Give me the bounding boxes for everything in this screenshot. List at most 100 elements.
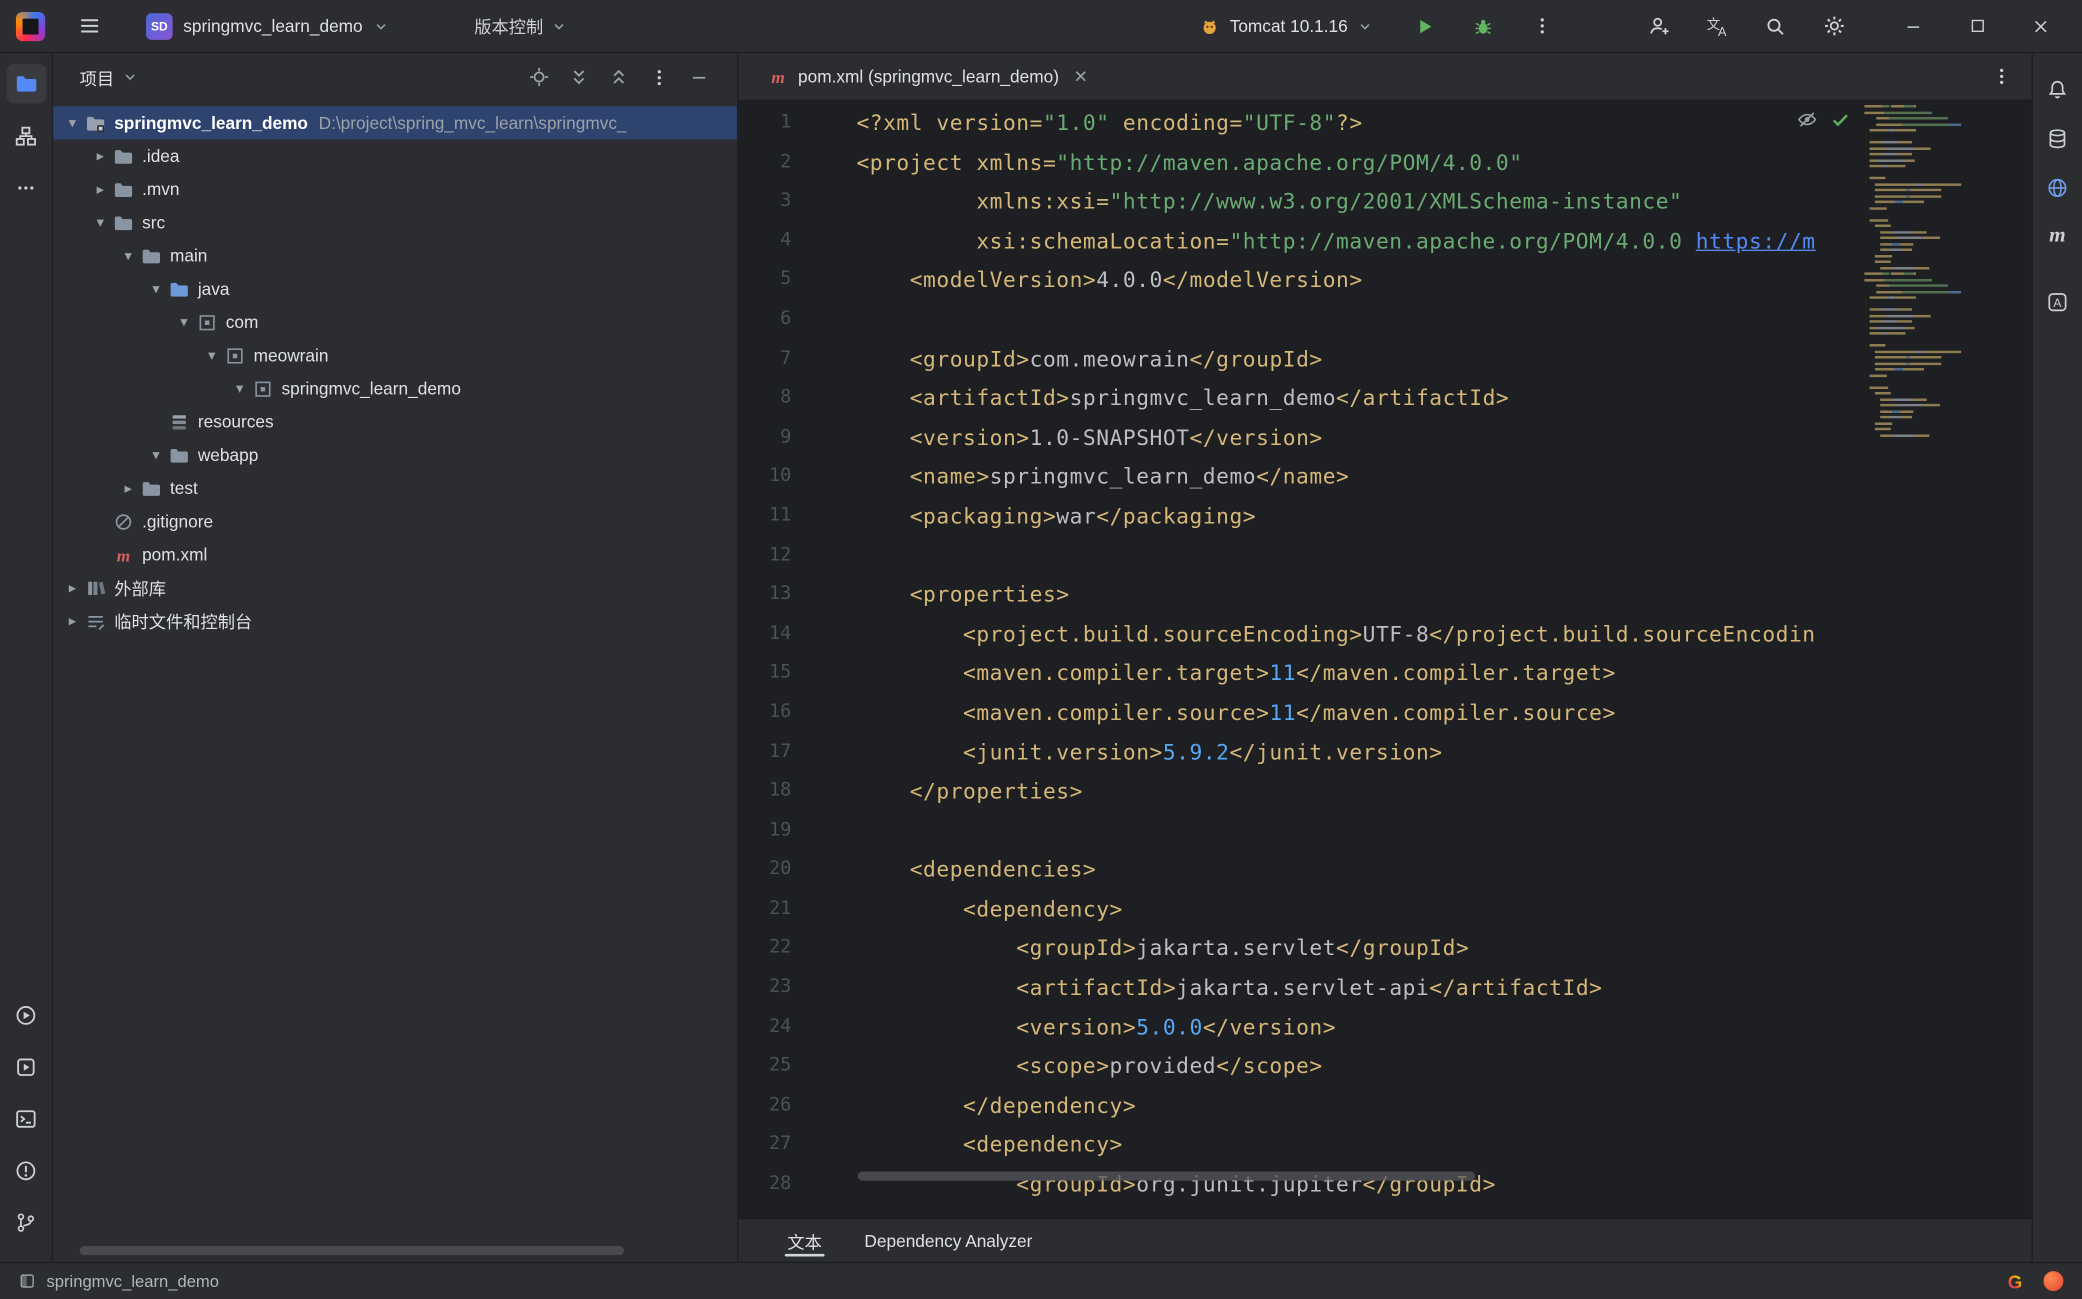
line-number[interactable]: 14 (738, 615, 791, 654)
update-indicator-icon[interactable] (2043, 1271, 2063, 1291)
tree-item-src[interactable]: ▾src (53, 206, 737, 239)
run-tool-button[interactable] (6, 995, 46, 1035)
close-button[interactable] (2018, 6, 2063, 46)
line-number[interactable]: 8 (738, 379, 791, 418)
chevron-down-icon[interactable]: ▾ (173, 313, 196, 330)
editor-minimap[interactable] (1864, 105, 1986, 440)
chevron-right-icon[interactable]: ▸ (117, 479, 140, 496)
tree-item-springmvc_learn_demo[interactable]: ▾springmvc_learn_demo (53, 372, 737, 405)
line-number[interactable]: 11 (738, 497, 791, 536)
chevron-right-icon[interactable]: ▸ (61, 579, 84, 596)
run-button[interactable] (1405, 6, 1445, 46)
more-actions-button[interactable] (1522, 6, 1562, 46)
services-tool-button[interactable] (6, 1047, 46, 1087)
code-line-text[interactable]: <dependency> (856, 1126, 1122, 1165)
chevron-down-icon[interactable]: ▾ (61, 114, 84, 131)
code-line-text[interactable]: <properties> (856, 575, 1069, 614)
tool-window-title[interactable]: 项目 (80, 64, 138, 89)
editor-tab-pom-xml[interactable]: m pom.xml (springmvc_learn_demo) ✕ (754, 53, 1101, 99)
view-tab-text[interactable]: 文本 (770, 1219, 839, 1262)
settings-button[interactable] (1814, 6, 1854, 46)
code-line-text[interactable]: xsi:schemaLocation="http://maven.apache.… (856, 222, 1815, 261)
chevron-right-icon[interactable]: ▸ (89, 181, 112, 198)
chevron-down-icon[interactable]: ▾ (200, 347, 223, 364)
line-number[interactable]: 1 (738, 104, 791, 143)
run-config-widget[interactable]: Tomcat 10.1.16 (1191, 10, 1381, 42)
tree-item-main[interactable]: ▾main (53, 239, 737, 272)
database-tool-button[interactable] (2038, 118, 2078, 158)
project-widget[interactable]: SD springmvc_learn_demo (138, 7, 397, 44)
code-with-me-button[interactable] (1639, 6, 1679, 46)
tree-item-meowrain[interactable]: ▾meowrain (53, 339, 737, 372)
ai-assistant-button[interactable]: A (2038, 282, 2078, 322)
line-number[interactable]: 5 (738, 261, 791, 300)
chevron-down-icon[interactable]: ▾ (89, 214, 112, 231)
code-line-text[interactable]: <junit.version>5.9.2</junit.version> (856, 733, 1442, 772)
highlighting-off-icon[interactable] (1797, 109, 1818, 130)
chevron-down-icon[interactable]: ▾ (228, 380, 251, 397)
tree-item-springmvc_learn_demo[interactable]: ▾springmvc_learn_demoD:\project\spring_m… (53, 106, 737, 139)
code-line-text[interactable]: <artifactId>springmvc_learn_demo</artifa… (856, 379, 1509, 418)
code-line-text[interactable]: </properties> (856, 772, 1082, 811)
minimize-button[interactable] (1891, 6, 1936, 46)
google-plugin-icon[interactable]: G (2008, 1270, 2022, 1291)
line-number[interactable]: 2 (738, 143, 791, 182)
line-number[interactable]: 10 (738, 457, 791, 496)
line-number[interactable]: 15 (738, 654, 791, 693)
chevron-down-icon[interactable]: ▾ (117, 247, 140, 264)
line-number[interactable]: 17 (738, 733, 791, 772)
line-number[interactable]: 27 (738, 1126, 791, 1165)
chevron-down-icon[interactable]: ▾ (145, 446, 168, 463)
code-line-text[interactable]: <?xml version="1.0" encoding="UTF-8"?> (856, 104, 1362, 143)
code-line-text[interactable]: <project.build.sourceEncoding>UTF-8</pro… (856, 615, 1815, 654)
line-number[interactable]: 12 (738, 536, 791, 575)
tree-item-resources[interactable]: resources (53, 405, 737, 438)
tree-item-.idea[interactable]: ▸.idea (53, 139, 737, 172)
tree-item-java[interactable]: ▾java (53, 272, 737, 305)
maximize-button[interactable] (1955, 6, 2000, 46)
endpoints-tool-button[interactable] (2038, 167, 2078, 207)
line-number[interactable]: 22 (738, 929, 791, 968)
problems-tool-button[interactable] (6, 1150, 46, 1190)
line-number[interactable]: 20 (738, 850, 791, 889)
line-number[interactable]: 21 (738, 890, 791, 929)
editor-options-button[interactable] (1981, 56, 2021, 96)
tree-item-test[interactable]: ▸test (53, 472, 737, 505)
project-tool-button[interactable] (6, 64, 46, 104)
line-number[interactable]: 24 (738, 1008, 791, 1047)
code-line-text[interactable]: <dependencies> (856, 850, 1096, 889)
code-line-text[interactable]: <scope>provided</scope> (856, 1047, 1322, 1086)
code-line-text[interactable]: <dependency> (856, 890, 1122, 929)
expand-all-button[interactable] (562, 60, 597, 95)
line-number[interactable]: 7 (738, 339, 791, 378)
structure-tool-button[interactable] (6, 116, 46, 156)
editor-horizontal-scrollbar[interactable] (858, 1171, 1475, 1180)
code-line-text[interactable]: <maven.compiler.source>11</maven.compile… (856, 693, 1615, 732)
search-button[interactable] (1755, 6, 1795, 46)
line-number[interactable]: 23 (738, 968, 791, 1007)
status-project-widget[interactable]: springmvc_learn_demo (19, 1272, 219, 1291)
tree-item-x[interactable]: ▸临时文件和控制台 (53, 604, 737, 637)
line-number[interactable]: 13 (738, 575, 791, 614)
code-line-text[interactable]: <name>springmvc_learn_demo</name> (856, 457, 1349, 496)
version-control-tool-button[interactable] (6, 1202, 46, 1242)
maven-tool-button[interactable]: m (2038, 216, 2078, 256)
code-line-text[interactable]: <modelVersion>4.0.0</modelVersion> (856, 261, 1362, 300)
locate-file-button[interactable] (522, 60, 557, 95)
line-number[interactable]: 3 (738, 182, 791, 221)
code-editor[interactable]: 1 <?xml version="1.0" encoding="UTF-8"?> 2… (738, 101, 2031, 1218)
project-horizontal-scrollbar[interactable] (80, 1246, 624, 1255)
panel-options-button[interactable] (641, 60, 676, 95)
code-line-text[interactable]: <groupId>jakarta.servlet</groupId> (856, 929, 1469, 968)
line-number[interactable]: 6 (738, 300, 791, 339)
terminal-tool-button[interactable] (6, 1098, 46, 1138)
hide-panel-button[interactable] (681, 60, 716, 95)
debug-button[interactable] (1463, 6, 1503, 46)
tab-close-icon[interactable]: ✕ (1074, 66, 1088, 87)
tree-item-x[interactable]: ▸外部库 (53, 571, 737, 604)
line-number[interactable]: 28 (738, 1165, 791, 1204)
tree-item-com[interactable]: ▾com (53, 305, 737, 338)
line-number[interactable]: 25 (738, 1047, 791, 1086)
code-line-text[interactable]: <version>5.0.0</version> (856, 1008, 1336, 1047)
code-line-text[interactable]: <maven.compiler.target>11</maven.compile… (856, 654, 1615, 693)
